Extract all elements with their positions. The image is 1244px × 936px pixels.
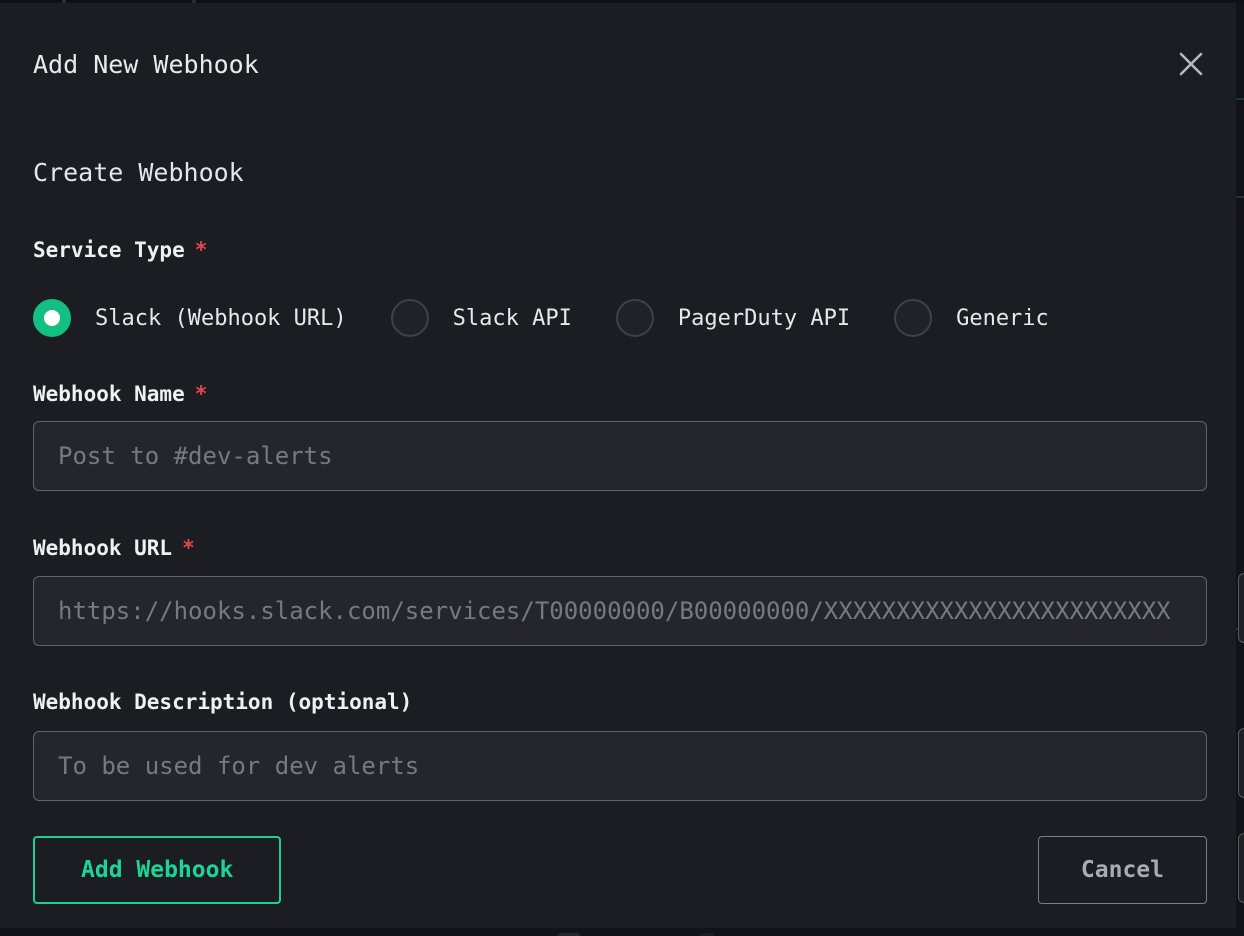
radio-option-generic[interactable]: Generic xyxy=(894,299,1049,337)
background-artifact xyxy=(1236,196,1244,198)
radio-option-label: Slack API xyxy=(453,306,572,331)
radio-option-pagerduty-api[interactable]: PagerDuty API xyxy=(616,299,850,337)
radio-option-slack-api[interactable]: Slack API xyxy=(391,299,572,337)
close-icon xyxy=(1176,49,1206,79)
cancel-button[interactable]: Cancel xyxy=(1038,836,1207,904)
service-type-label-text: Service Type xyxy=(33,238,185,262)
webhook-url-label: Webhook URL * xyxy=(33,534,1207,562)
webhook-description-label: Webhook Description (optional) xyxy=(33,688,1207,716)
background-page-bottom-edge xyxy=(0,928,1244,936)
background-artifact xyxy=(1238,573,1244,643)
radio-option-label: Slack (Webhook URL) xyxy=(95,306,347,331)
webhook-description-input[interactable] xyxy=(33,731,1207,801)
background-artifact xyxy=(1238,833,1244,903)
required-asterisk: * xyxy=(195,238,208,262)
radio-button-icon[interactable] xyxy=(391,299,429,337)
webhook-url-label-text: Webhook URL xyxy=(33,536,172,560)
webhook-description-label-text: Webhook Description (optional) xyxy=(33,690,412,714)
add-webhook-button[interactable]: Add Webhook xyxy=(33,836,281,904)
background-page-right-edge xyxy=(1236,3,1244,928)
modal-action-row: Add Webhook Cancel xyxy=(33,836,1207,904)
required-asterisk: * xyxy=(182,536,195,560)
radio-option-label: PagerDuty API xyxy=(678,306,850,331)
webhook-name-label: Webhook Name * xyxy=(33,380,1207,408)
radio-button-icon[interactable] xyxy=(33,299,71,337)
background-artifact xyxy=(1238,728,1244,798)
add-webhook-modal: Add New Webhook Create Webhook Service T… xyxy=(0,3,1236,928)
radio-button-icon[interactable] xyxy=(616,299,654,337)
radio-option-slack-webhook-url[interactable]: Slack (Webhook URL) xyxy=(33,299,347,337)
service-type-radio-group: Slack (Webhook URL) Slack API PagerDuty … xyxy=(33,299,1207,337)
webhook-name-input[interactable] xyxy=(33,421,1207,491)
webhook-name-label-text: Webhook Name xyxy=(33,382,185,406)
radio-button-icon[interactable] xyxy=(894,299,932,337)
close-button[interactable] xyxy=(1174,47,1208,81)
modal-title: Add New Webhook xyxy=(33,49,1207,81)
required-asterisk: * xyxy=(195,382,208,406)
webhook-url-input[interactable] xyxy=(33,576,1207,646)
form-heading: Create Webhook xyxy=(33,157,1207,189)
service-type-label: Service Type * xyxy=(33,236,1207,264)
background-artifact xyxy=(1236,98,1244,100)
radio-option-label: Generic xyxy=(956,306,1049,331)
